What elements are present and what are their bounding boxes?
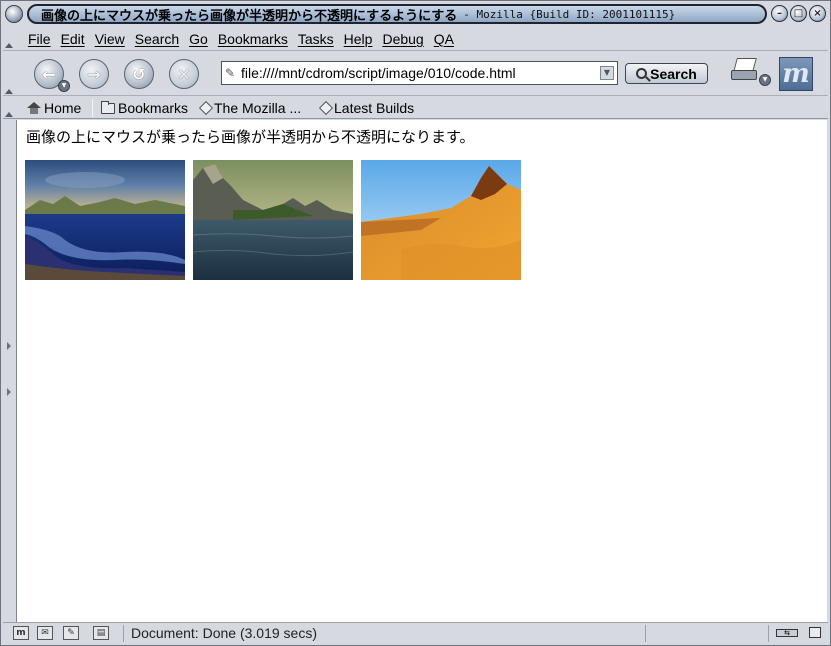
menu-view[interactable]: View xyxy=(90,31,130,47)
home-button[interactable]: Home xyxy=(27,99,81,117)
navbar-grip-icon[interactable] xyxy=(3,52,13,96)
status-bar: m ✉ ✎ ▤ Document: Done (3.019 secs) ⇆ xyxy=(3,622,828,643)
composer-icon[interactable]: ✎ xyxy=(63,626,79,640)
search-icon xyxy=(636,68,648,79)
url-history-dropdown-icon[interactable]: ▼ xyxy=(600,66,614,80)
menu-edit[interactable]: Edit xyxy=(56,31,90,47)
bookmarks-label: Bookmarks xyxy=(118,100,189,116)
status-divider xyxy=(768,625,769,642)
forward-arrow-icon: → xyxy=(87,64,101,84)
reload-icon: ↺ xyxy=(132,64,146,84)
bookmark-icon xyxy=(319,102,331,114)
home-label: Home xyxy=(44,100,82,116)
window-subtitle: - Mozilla {Build ID: 2001101115} xyxy=(463,7,676,21)
back-dropdown-icon[interactable]: ▼ xyxy=(58,80,70,92)
forward-button[interactable]: → xyxy=(79,59,109,89)
bookmark-mozilla[interactable]: The Mozilla ... xyxy=(199,99,301,117)
bookmarks-button[interactable]: Bookmarks xyxy=(101,99,188,117)
search-button[interactable]: Search xyxy=(625,63,708,84)
window-title: 画像の上にマウスが乗ったら画像が半透明から不透明にするようにする xyxy=(41,8,458,24)
menu-debug[interactable]: Debug xyxy=(377,31,428,47)
bookmark-mozilla-label: The Mozilla ... xyxy=(214,100,302,116)
navigation-toolbar: ← ▼ → ↺ ✕ ✎ ▼ Search ▼ m xyxy=(3,52,828,96)
window-title-pill: 画像の上にマウスが乗ったら画像が半透明から不透明にするようにする - Mozil… xyxy=(27,4,767,24)
maximize-icon[interactable]: □ xyxy=(790,5,807,22)
sidebar-open-arrow-icon xyxy=(7,388,11,396)
sidebar-grip[interactable] xyxy=(3,120,15,622)
navigator-icon[interactable]: m xyxy=(13,626,29,640)
stop-button[interactable]: ✕ xyxy=(169,59,199,89)
personal-toolbar: Home Bookmarks The Mozilla ... Latest Bu… xyxy=(3,97,828,119)
close-icon[interactable]: × xyxy=(809,5,826,22)
page-content: 画像の上にマウスが乗ったら画像が半透明から不透明になります。 xyxy=(16,120,827,622)
menu-tasks[interactable]: Tasks xyxy=(293,31,339,47)
page-description: 画像の上にマウスが乗ったら画像が半透明から不透明になります。 xyxy=(26,128,475,146)
menu-bar: File Edit View Search Go Bookmarks Tasks… xyxy=(3,27,828,51)
browser-window: 画像の上にマウスが乗ったら画像が半透明から不透明にするようにする - Mozil… xyxy=(0,0,831,646)
menu-bookmarks[interactable]: Bookmarks xyxy=(213,31,293,47)
mozilla-logo-icon[interactable]: m xyxy=(779,57,813,91)
print-dropdown-icon[interactable]: ▼ xyxy=(759,74,771,86)
coast-landscape-image[interactable] xyxy=(25,160,185,280)
page-proxy-icon[interactable]: ✎ xyxy=(225,66,239,80)
minimize-icon[interactable]: – xyxy=(771,5,788,22)
personal-toolbar-grip-icon[interactable] xyxy=(3,97,13,119)
online-status-icon[interactable]: ⇆ xyxy=(776,629,798,637)
menu-file[interactable]: File xyxy=(23,31,56,47)
menu-qa[interactable]: QA xyxy=(429,31,459,47)
url-input[interactable] xyxy=(239,65,595,81)
menu-search[interactable]: Search xyxy=(130,31,184,47)
window-menu-icon[interactable] xyxy=(5,5,23,23)
bookmark-latest-builds-label: Latest Builds xyxy=(334,100,415,116)
status-divider xyxy=(645,625,646,642)
bookmark-icon xyxy=(199,102,211,114)
back-arrow-icon: ← xyxy=(42,64,56,84)
sidebar-open-arrow-icon xyxy=(7,342,11,350)
menu-help[interactable]: Help xyxy=(339,31,378,47)
menu-items: File Edit View Search Go Bookmarks Tasks… xyxy=(23,31,459,47)
folder-icon xyxy=(101,100,115,114)
reload-button[interactable]: ↺ xyxy=(124,59,154,89)
menubar-grip-icon[interactable] xyxy=(3,27,13,50)
url-bar: ✎ ▼ xyxy=(221,61,618,85)
stop-icon: ✕ xyxy=(177,64,191,84)
status-divider xyxy=(123,625,124,642)
security-lock-icon[interactable] xyxy=(809,627,821,638)
title-bar: 画像の上にマウスが乗ったら画像が半透明から不透明にするようにする - Mozil… xyxy=(3,3,828,25)
mail-icon[interactable]: ✉ xyxy=(37,626,53,640)
address-book-icon[interactable]: ▤ xyxy=(93,626,109,640)
lake-mountains-image[interactable] xyxy=(193,160,353,280)
toolbar-separator xyxy=(92,99,93,117)
search-button-label: Search xyxy=(650,65,697,82)
desert-mountain-image[interactable] xyxy=(361,160,521,280)
window-controls: – □ × xyxy=(771,5,826,22)
printer-icon xyxy=(731,70,757,80)
bookmark-latest-builds[interactable]: Latest Builds xyxy=(319,99,414,117)
status-text: Document: Done (3.019 secs) xyxy=(131,625,317,641)
menu-go[interactable]: Go xyxy=(184,31,213,47)
home-icon xyxy=(27,102,41,114)
